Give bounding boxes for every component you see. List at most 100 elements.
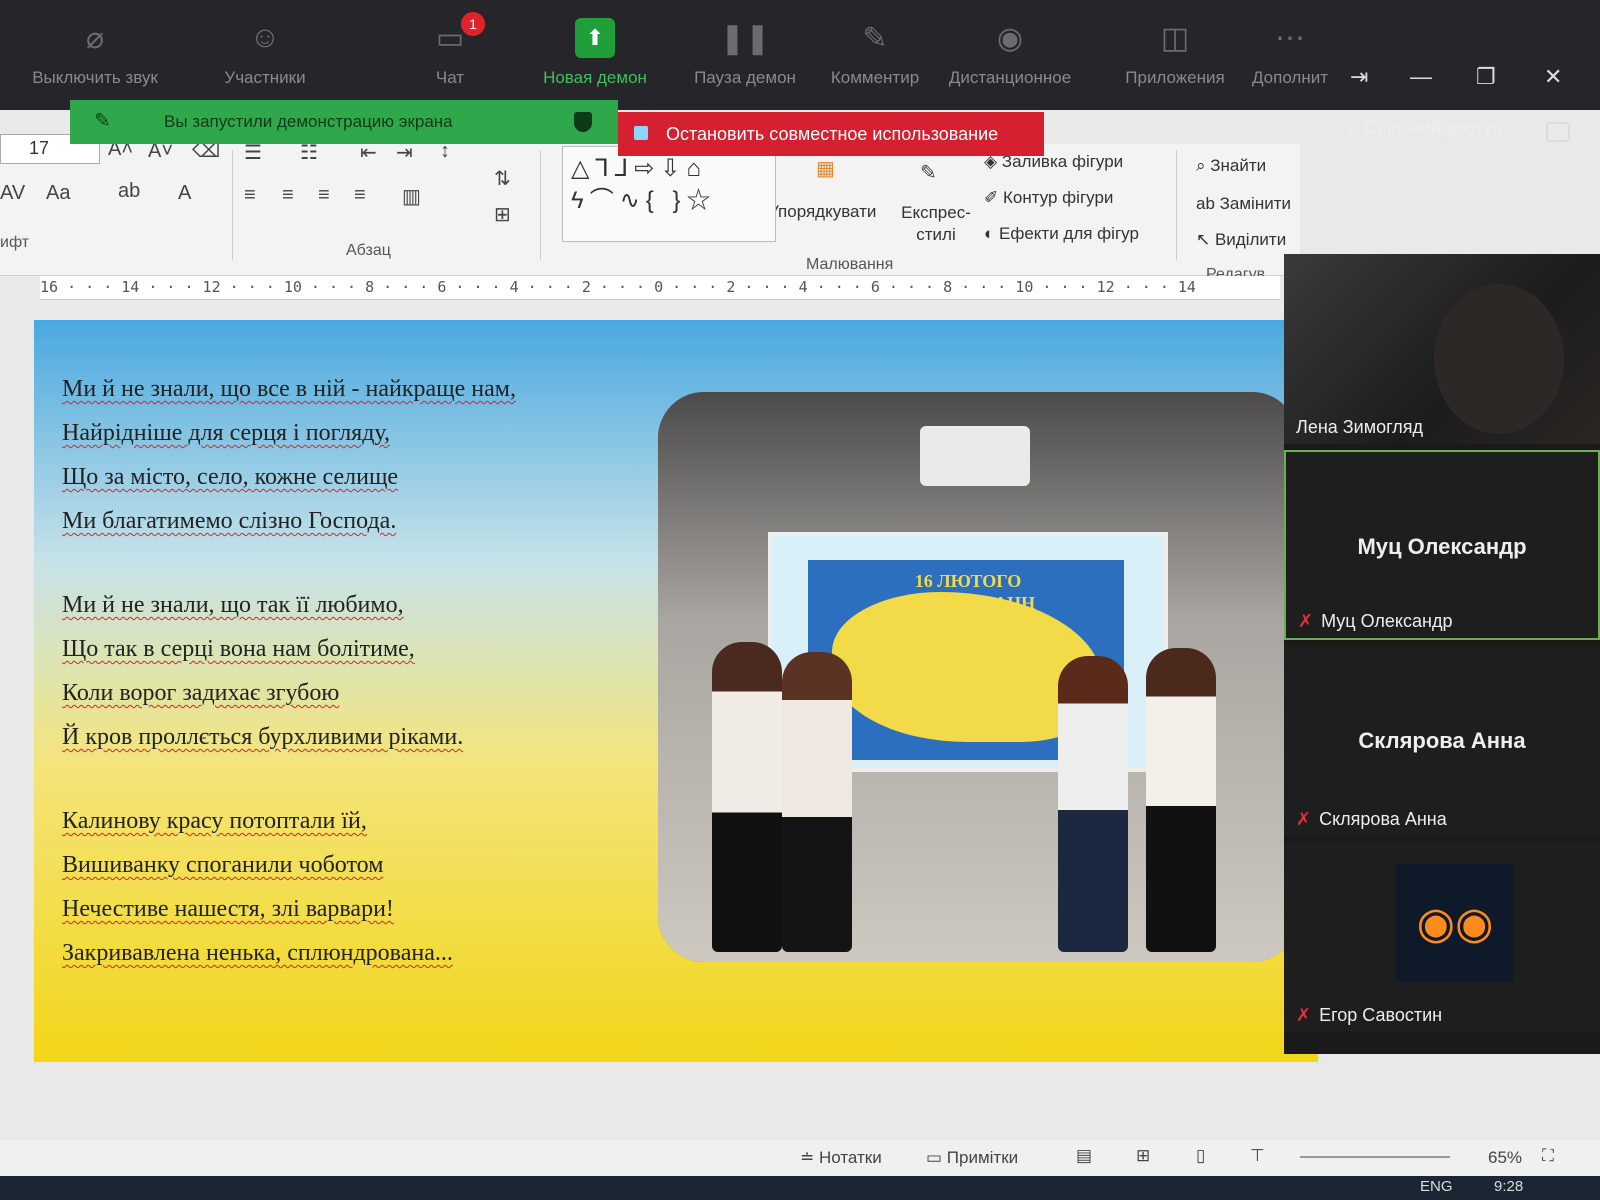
find-label: Знайти xyxy=(1210,156,1267,175)
share-notice-banner[interactable]: ✎ Вы запустили демонстрацию экрана xyxy=(70,100,618,144)
annotate-label: Комментир xyxy=(830,68,920,87)
slideshow-icon[interactable]: ⊤ xyxy=(1250,1146,1265,1166)
clock[interactable]: 9:28 xyxy=(1494,1178,1523,1195)
shape-outline-button[interactable]: ✐ Контур фігури xyxy=(984,188,1113,208)
columns-icon[interactable]: ▥ xyxy=(402,184,421,209)
new-share-label: Новая демон xyxy=(543,68,647,87)
arrange-icon: ▦ xyxy=(816,158,835,180)
highlight-icon[interactable]: ab xyxy=(118,180,140,203)
zoom-slider[interactable] xyxy=(1300,1156,1450,1158)
poem-line: Вишиванку споганили чоботом xyxy=(62,852,384,878)
align-center-icon[interactable]: ≡ xyxy=(282,184,294,207)
language-indicator[interactable]: ENG xyxy=(1420,1178,1453,1195)
notes-button[interactable]: ≐ Нотатки xyxy=(800,1148,882,1168)
participant-big-name: Муц Олександр xyxy=(1357,534,1527,559)
mute-label: Выключить звук xyxy=(32,68,158,87)
close-icon[interactable]: ✕ xyxy=(1544,64,1562,90)
poem-line: Що за місто, село, кожне селище xyxy=(62,464,399,490)
comment-icon[interactable] xyxy=(1546,122,1570,142)
justify-icon[interactable]: ≡ xyxy=(354,184,366,207)
apps-button[interactable]: ◫ Приложения xyxy=(1110,18,1240,108)
chat-label: Чат xyxy=(435,68,465,87)
stop-share-label: Остановить совместное использование xyxy=(666,123,999,144)
zoom-toolbar: ⌀ Выключить звук ☺ Участники ▭ 1 Чат ⬆ Н… xyxy=(0,0,1600,110)
remote-control-label: Дистанционное xyxy=(948,68,1072,87)
restore-small-icon[interactable]: ⇥ xyxy=(1350,64,1368,90)
participant-name: Лена Зимогляд xyxy=(1296,417,1424,437)
normal-view-icon[interactable]: ▤ xyxy=(1076,1146,1092,1166)
horizontal-ruler[interactable]: 16 · · · 14 · · · 12 · · · 10 · · · 8 · … xyxy=(40,276,1280,300)
shapes-gallery[interactable]: △⅂⅃⇨⇩⌂ ϟ⌒∿{ }☆ xyxy=(562,146,776,242)
apps-label: Приложения xyxy=(1125,68,1225,87)
select-button[interactable]: ↖ Виділити xyxy=(1196,230,1286,250)
participants-button[interactable]: ☺ Участники xyxy=(200,18,330,108)
new-share-button[interactable]: ⬆ Новая демон xyxy=(530,18,660,108)
change-case-icon[interactable]: Aa xyxy=(46,182,70,205)
shape-effects-label: Ефекти для фігур xyxy=(999,224,1139,243)
stop-share-icon xyxy=(634,126,648,140)
participant-tile[interactable]: ◉◉ ✗ Егор Савостин xyxy=(1284,842,1600,1032)
poem-line: Ми й не знали, що так її любимо, xyxy=(62,592,404,618)
shape-outline-label: Контур фігури xyxy=(1002,188,1114,207)
muted-mic-icon: ✗ xyxy=(1298,611,1314,631)
arrange-button[interactable]: Упорядкувати xyxy=(768,202,876,222)
poem-line: Ми благатимемо слізно Господа. xyxy=(62,508,397,534)
video-feed xyxy=(1434,284,1564,434)
chat-button[interactable]: ▭ 1 Чат xyxy=(385,12,515,108)
select-label: Виділити xyxy=(1214,230,1287,249)
font-color-icon[interactable]: A xyxy=(178,182,191,205)
annotate-icon: ✎ xyxy=(862,21,888,55)
more-label: Дополнит xyxy=(1251,68,1329,87)
smartart-icon[interactable]: ⊞ xyxy=(494,202,511,227)
char-spacing-icon[interactable]: AV xyxy=(0,182,25,205)
notes-icon: ≐ xyxy=(800,1148,819,1167)
stop-share-button[interactable]: Остановить совместное использование xyxy=(618,112,1044,156)
poem-line: Й кров проллється бурхливими ріками. xyxy=(62,724,464,750)
shape-effects-button[interactable]: ◐ Ефекти для фігур xyxy=(984,224,1139,244)
more-icon: ⋯ xyxy=(1275,21,1305,55)
mute-button[interactable]: ⌀ Выключить звук xyxy=(30,18,160,108)
annotate-button[interactable]: ✎ Комментир xyxy=(810,18,940,108)
participant-name: Муц Олександр xyxy=(1321,611,1453,631)
align-right-icon[interactable]: ≡ xyxy=(318,184,330,207)
maximize-icon[interactable]: ❐ xyxy=(1476,64,1496,90)
zoom-level[interactable]: 65% xyxy=(1488,1148,1522,1168)
participant-tile[interactable]: Муц Олександр ✗ Муц Олександр xyxy=(1284,450,1600,640)
photo-caption: 16 ЛЮТОГО ДЕНЬ ЄДНАНН xyxy=(900,571,1036,613)
pause-share-label: Пауза демон xyxy=(694,68,796,87)
remote-control-button[interactable]: ◉ Дистанционное xyxy=(945,18,1075,108)
muted-mic-icon: ✗ xyxy=(1296,809,1312,829)
text-direction-icon[interactable]: ⇅ xyxy=(494,166,511,191)
apps-icon: ◫ xyxy=(1160,21,1190,55)
minimize-icon[interactable]: — xyxy=(1410,64,1432,90)
replace-label: Замінити xyxy=(1219,194,1291,213)
font-group-label: ифт xyxy=(0,234,30,251)
pause-share-button[interactable]: ❚❚ Пауза демон xyxy=(680,18,810,108)
class-photo[interactable]: 16 ЛЮТОГО ДЕНЬ ЄДНАНН xyxy=(658,392,1298,962)
comments-button[interactable]: ▭ Примітки xyxy=(926,1148,1018,1168)
participant-tile[interactable]: Лена Зимогляд xyxy=(1284,254,1600,444)
status-bar: ≐ Нотатки ▭ Примітки ▤ ⊞ ▯ ⊤ 65% ⛶ xyxy=(0,1140,1600,1176)
reading-view-icon[interactable]: ▯ xyxy=(1196,1146,1205,1166)
slide-sorter-icon[interactable]: ⊞ xyxy=(1136,1146,1150,1166)
poem-line: Закривавлена ненька, сплюндрована... xyxy=(62,940,453,966)
quick-styles-icon: ✎ xyxy=(920,162,937,184)
more-button[interactable]: ⋯ Дополнит xyxy=(1225,18,1355,108)
fit-slide-icon[interactable]: ⛶ xyxy=(1542,1146,1554,1166)
shape-effects-icon: ◐ xyxy=(984,224,999,243)
replace-button[interactable]: ab Замінити xyxy=(1196,194,1291,214)
participants-panel: Лена Зимогляд Муц Олександр ✗ Муц Олексан… xyxy=(1284,254,1600,1054)
find-button[interactable]: ⌕ Знайти xyxy=(1196,156,1266,176)
pin-icon: ✎ xyxy=(94,110,111,132)
share-button[interactable]: ⇪ Спільний доступ xyxy=(1344,118,1502,139)
participant-name: Егор Савостин xyxy=(1319,1005,1443,1025)
slide-canvas[interactable]: Ми й не знали, що все в ній - найкраще н… xyxy=(34,320,1318,1062)
select-icon: ↖ xyxy=(1196,230,1215,249)
quick-styles-button[interactable]: Експрес- стилі xyxy=(896,202,976,246)
align-left-icon[interactable]: ≡ xyxy=(244,184,256,207)
poem-line: Що так в серці вона нам болітиме, xyxy=(62,636,415,662)
participant-tile[interactable]: Склярова Анна ✗ Склярова Анна xyxy=(1284,646,1600,836)
notes-label: Нотатки xyxy=(818,1148,882,1167)
poem-text-box[interactable]: Ми й не знали, що все в ній - найкраще н… xyxy=(62,377,602,986)
comments-label: Примітки xyxy=(946,1148,1019,1167)
